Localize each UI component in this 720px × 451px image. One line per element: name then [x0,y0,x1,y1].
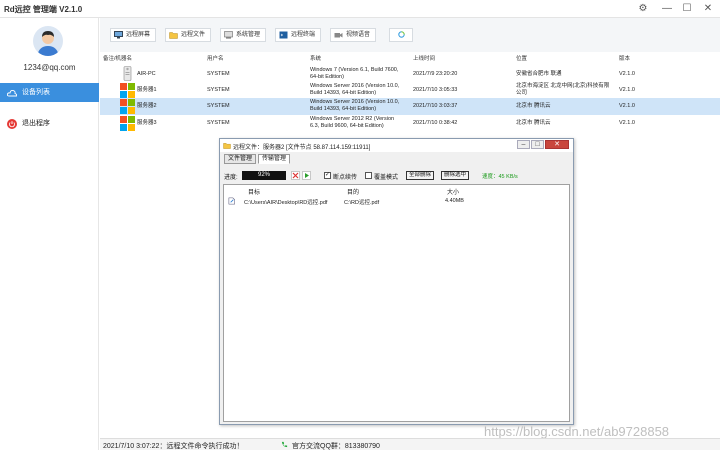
table-row[interactable]: 服务器3 SYSTEM Windows Server 2012 R2 (Vers… [100,115,720,132]
progress-bar: 92% [242,171,286,180]
speed-text: 速度：45 KB/s [482,174,518,180]
sidebar-item-label: 设备列表 [22,89,50,96]
phone-icon [281,441,288,448]
video-voice-button[interactable]: 视频语音 [330,28,376,42]
dialog-title-bar[interactable]: 远程文件：服务器2 [文件节点 58.87.114.159:11911] – □… [220,139,573,152]
transfer-size: 4.40MB [445,198,464,204]
watermark: https://blog.csdn.net/ab9728858 [484,424,670,439]
col-header-user[interactable]: 用户名 [207,54,224,62]
system-manage-button[interactable]: 系统管理 [220,28,266,42]
windows-logo-icon [120,83,135,98]
tab-file-manage[interactable]: 文件管理 [224,154,257,164]
delete-task-icon[interactable] [291,171,300,180]
progress-label: 进度: [224,175,238,181]
remote-file-button[interactable]: 远程文件 [165,28,211,42]
remote-file-dialog: 远程文件：服务器2 [文件节点 58.87.114.159:11911] – □… [219,138,574,425]
username: 1234@qq.com [23,63,76,72]
transfer-list[interactable]: 目标 目的 大小 C:\Users\AIR\Desktop\RD远控.pdf C… [223,184,570,422]
avatar-icon [33,26,63,56]
sidebar-item-device-list[interactable]: 设备列表 [0,83,99,102]
table-row-selected[interactable]: 服务器2 SYSTEM Windows Server 2016 (Version… [100,98,720,115]
col-header-size[interactable]: 大小 [447,187,459,196]
windows-logo-icon [120,116,135,131]
file-upload-icon [228,197,235,205]
col-header-version[interactable]: 版本 [619,54,630,62]
windows-logo-icon [120,99,135,114]
dialog-maximize-icon[interactable]: □ [531,140,544,149]
maximize-icon[interactable]: ☐ [680,2,694,16]
resume-label: 断点续传 [333,175,358,181]
overwrite-checkbox[interactable] [365,172,372,179]
refresh-icon [398,31,405,38]
status-bar: 2021/7/10 3:07:22：远程文件命令执行成功！ 官方交流QQ群：81… [100,438,720,450]
device-table-header: 备注/机器名 用户名 系统 上线时间 位置 版本 [100,54,720,62]
app-title: Rd远控 管理端 V2.1.0 [4,5,83,14]
col-header-destination[interactable]: 目的 [347,187,359,196]
table-row[interactable]: AIR-PC SYSTEM Windows 7 (Version 6.1, Bu… [100,66,720,83]
dialog-minimize-icon[interactable]: – [517,140,530,149]
tab-transfer-manage[interactable]: 传输管理 [258,154,291,164]
progress-text: 92% [257,172,270,178]
toolbar: 远程屏幕 远程文件 系统管理 远程终端 视频语音 [100,18,720,52]
power-icon [7,119,17,129]
remote-screen-button[interactable]: 远程屏幕 [110,28,156,42]
camera-icon [334,33,343,38]
refresh-button[interactable] [389,28,413,42]
close-icon[interactable]: ✕ [701,2,715,16]
resume-checkbox[interactable]: ✓ [324,172,331,179]
col-header-name[interactable]: 备注/机器名 [103,54,132,62]
col-header-target[interactable]: 目标 [248,187,260,196]
title-bar: Rd远控 管理端 V2.1.0 ⚙ — ☐ ✕ [0,0,720,18]
minimize-icon[interactable]: — [660,2,674,16]
col-header-online-time[interactable]: 上线时间 [413,54,435,62]
col-header-os[interactable]: 系统 [310,54,321,62]
sidebar-item-label: 退出程序 [22,120,50,127]
system-icon [224,31,233,39]
folder-icon [223,143,231,149]
dialog-close-icon[interactable]: ✕ [545,140,569,149]
monitor-icon [114,31,123,39]
remote-terminal-button[interactable]: 远程终端 [275,28,321,42]
col-header-location[interactable]: 位置 [516,54,527,62]
sidebar-item-exit[interactable]: 退出程序 [0,114,99,133]
play-icon[interactable] [302,171,311,180]
settings-gear-icon[interactable]: ⚙ [636,2,650,16]
delete-all-button[interactable]: 全部删除 [406,171,435,180]
dialog-title: 远程文件：服务器2 [文件节点 58.87.114.159:11911] [233,145,371,151]
pc-tower-icon [123,66,132,81]
sidebar: 1234@qq.com 设备列表 退出程序 [0,18,99,450]
table-row[interactable]: 服务器1 SYSTEM Windows Server 2016 (Version… [100,82,720,99]
folder-icon [169,32,178,39]
delete-selected-button[interactable]: 删除选中 [441,171,470,180]
cloud-icon [7,89,17,97]
terminal-icon [279,31,288,39]
overwrite-label: 覆盖模式 [374,175,399,181]
transfer-dest: C:\RD远控.pdf [344,200,380,206]
transfer-source: C:\Users\AIR\Desktop\RD远控.pdf [244,200,328,206]
